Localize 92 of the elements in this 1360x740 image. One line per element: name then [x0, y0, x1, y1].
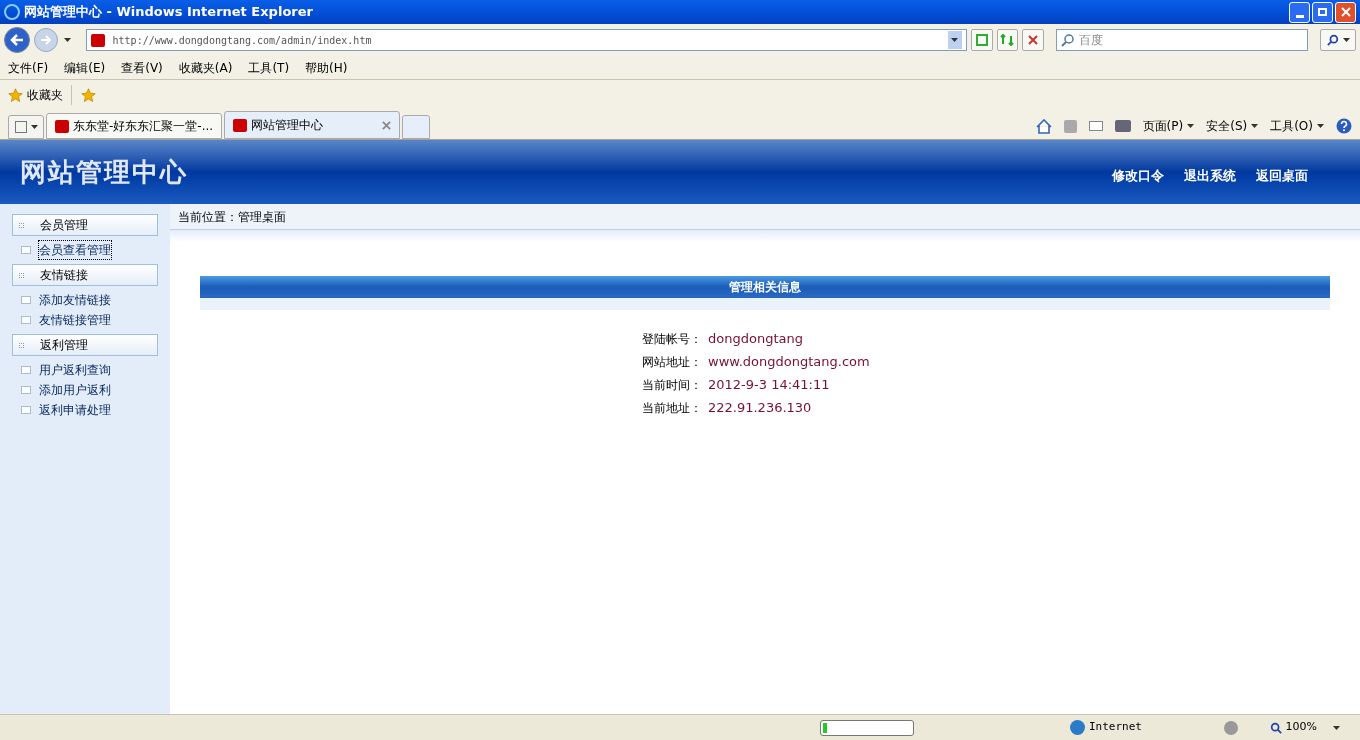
browser-tab[interactable]: 网站管理中心: [224, 111, 400, 139]
search-icon: [1326, 34, 1339, 46]
star-icon: [8, 87, 23, 103]
sidebar-link[interactable]: 添加友情链接: [39, 291, 111, 309]
site-icon: [233, 118, 247, 132]
site-logo-title: 网站管理中心: [20, 155, 188, 189]
list-bullet-icon: [21, 246, 31, 254]
history-dropdown-button[interactable]: [61, 38, 74, 42]
sidebar-group-header[interactable]: 友情链接: [12, 264, 158, 286]
menu-item[interactable]: 收藏夹(A): [178, 58, 233, 77]
menu-item[interactable]: 查看(V): [121, 58, 163, 77]
site-icon: [55, 119, 69, 133]
back-arrow-icon: [9, 34, 24, 46]
field-value: www.dongdongtang.com: [708, 353, 870, 372]
header-link[interactable]: 返回桌面: [1256, 166, 1308, 186]
sidebar-link[interactable]: 友情链接管理: [39, 311, 111, 329]
quick-tabs-button[interactable]: [8, 115, 44, 139]
caret-icon: [1251, 124, 1259, 128]
search-input[interactable]: 百度: [1079, 31, 1304, 49]
search-field[interactable]: 百度: [1056, 29, 1309, 51]
caret-icon: [1187, 124, 1195, 128]
sidebar-link[interactable]: 返利申请处理: [39, 401, 111, 419]
address-field[interactable]: http://www.dongdongtang.com/admin/index.htm: [85, 29, 967, 51]
minimize-button[interactable]: [1289, 1, 1310, 23]
dotted-plus-icon: [19, 272, 24, 278]
close-icon: [1340, 7, 1351, 17]
field-value: dongdongtang: [708, 330, 803, 349]
sidebar-group-header[interactable]: 会员管理: [12, 214, 158, 236]
zoom-icon: [1269, 721, 1282, 734]
list-bullet-icon: [21, 316, 31, 324]
forward-arrow-icon: [39, 35, 52, 45]
restore-button[interactable]: [1312, 1, 1333, 23]
menu-item[interactable]: 工具(T): [248, 58, 290, 77]
zoom-button[interactable]: 100%: [1269, 719, 1340, 736]
picture-icon: [975, 34, 988, 46]
menu-item[interactable]: 文件(F): [8, 58, 49, 77]
browser-logo-icon: [4, 4, 20, 20]
browser-tab[interactable]: 东东堂-好东东汇聚一堂-...: [46, 113, 222, 139]
caret-icon: [951, 38, 959, 42]
favorites-button[interactable]: 收藏夹: [8, 86, 63, 104]
back-button[interactable]: [4, 27, 30, 53]
sidebar-link[interactable]: 用户返利查询: [39, 361, 111, 379]
field-value: 2012-9-3 14:41:11: [708, 376, 830, 395]
list-bullet-icon: [21, 386, 31, 394]
refresh-icon: [1000, 34, 1015, 46]
home-icon[interactable]: [1035, 118, 1052, 134]
command-menu[interactable]: 页面(P): [1142, 117, 1195, 135]
field-value: 222.91.236.130: [708, 399, 812, 418]
sidebar-group-header[interactable]: 返利管理: [12, 334, 158, 356]
caret-icon: [64, 38, 72, 42]
compatibility-button[interactable]: [970, 29, 993, 51]
search-icon: [1061, 33, 1076, 47]
grid-icon: [14, 121, 27, 133]
tab-title: 东东堂-好东东汇聚一堂-...: [73, 118, 214, 135]
breadcrumb: 当前位置：管理桌面: [178, 208, 286, 226]
search-button[interactable]: [1320, 29, 1356, 51]
stop-x-icon: [1028, 35, 1039, 45]
caret-icon: [30, 125, 38, 129]
field-label: 当前地址：: [642, 400, 702, 417]
help-icon[interactable]: [1336, 118, 1352, 134]
list-bullet-icon: [21, 296, 31, 304]
panel-title: 管理相关信息: [729, 279, 801, 296]
field-label: 当前时间：: [642, 377, 702, 394]
menu-item[interactable]: 编辑(E): [64, 58, 106, 77]
command-menu[interactable]: 安全(S): [1206, 117, 1259, 135]
caret-icon: [1333, 725, 1340, 730]
field-label: 网站地址：: [642, 354, 702, 371]
caret-icon: [1317, 124, 1324, 128]
header-link[interactable]: 修改口令: [1112, 166, 1164, 186]
dotted-plus-icon: [19, 342, 24, 348]
stop-button[interactable]: [1022, 29, 1045, 51]
tab-title: 网站管理中心: [251, 117, 323, 134]
star-icon: [80, 87, 97, 103]
url-text: http://www.dongdongtang.com/admin/index.htm: [112, 33, 372, 48]
dotted-plus-icon: [19, 222, 24, 228]
field-label: 登陆帐号：: [642, 331, 702, 348]
zone-label: Internet: [1089, 719, 1142, 736]
window-title: 网站管理中心 - Windows Internet Explorer: [24, 3, 313, 22]
close-button[interactable]: [1335, 1, 1356, 23]
caret-icon: [1342, 38, 1350, 42]
header-link[interactable]: 退出系统: [1184, 166, 1236, 186]
globe-icon: [1070, 720, 1085, 735]
refresh-button[interactable]: [996, 29, 1019, 51]
mail-icon[interactable]: [1088, 121, 1103, 131]
list-bullet-icon: [21, 366, 31, 374]
command-menu[interactable]: 工具(O): [1270, 117, 1324, 135]
menu-item[interactable]: 帮助(H): [305, 58, 348, 77]
sidebar-link[interactable]: 会员查看管理: [39, 241, 111, 259]
list-bullet-icon: [21, 406, 31, 414]
site-icon: [90, 33, 105, 47]
sidebar-link[interactable]: 添加用户返利: [39, 381, 111, 399]
close-tab-icon[interactable]: [382, 120, 391, 130]
